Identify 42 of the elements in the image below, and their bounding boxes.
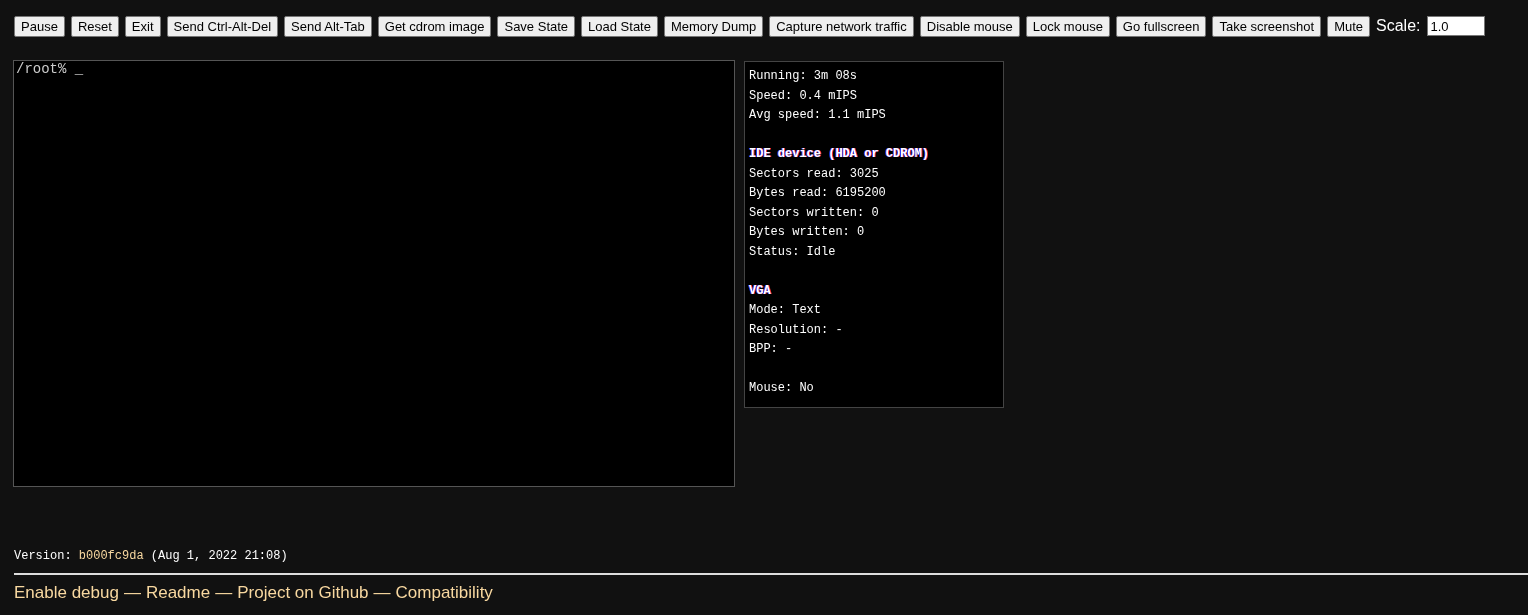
toolbar-button[interactable]: Go fullscreen [1115,15,1207,37]
separator-dash: — [123,583,141,603]
stats-line: Running: 3m 08s [749,68,859,85]
stats-heading: VGA [749,282,772,300]
stats-line: Bytes read: 6195200 [749,185,887,202]
footer-link[interactable]: Readme [145,583,211,603]
stats-line: Mouse: No [749,380,815,397]
stats-line: Avg speed: 1.1 mIPS [749,107,887,124]
scale-input[interactable]: 1.0 [1426,16,1485,36]
scale-label: Scale: [1376,17,1421,35]
footer-link[interactable]: Project on Github [237,583,369,603]
stats-line: Speed: 0.4 mIPS [749,87,859,105]
stats-heading: IDE device (HDA or CDROM) [749,146,931,163]
toolbar-button[interactable]: Disable mouse [919,15,1020,37]
separator-dash: — [215,583,233,603]
terminal-line: /root% _ [15,61,85,77]
toolbar-button[interactable]: Capture network traffic [769,15,914,37]
stats-line: Resolution: - [749,321,844,339]
toolbar-button[interactable]: Mute [1327,15,1371,37]
footer-link[interactable]: Compatibility [395,583,493,603]
toolbar-button[interactable]: Save State [497,15,576,37]
version-link[interactable]: b000fc9da [78,549,144,563]
stats-line: Bytes written: 0 [749,224,866,241]
toolbar-button[interactable]: Get cdrom image [377,15,492,37]
toolbar-button[interactable]: Send Alt-Tab [284,15,372,37]
toolbar-button[interactable]: Exit [124,15,161,37]
terminal-screen[interactable]: /root% _ [13,60,735,487]
stats-line: Sectors written: 0 [749,204,880,222]
stats-line: Status: Idle [749,243,837,261]
separator-dash: — [373,583,391,603]
stats-line: Sectors read: 3025 [749,165,880,183]
footer-link[interactable]: Enable debug [14,583,119,603]
toolbar-button[interactable]: Memory Dump [663,15,764,37]
toolbar-button[interactable]: Take screenshot [1212,15,1322,37]
toolbar-button[interactable]: Load State [581,15,658,37]
toolbar-button[interactable]: Lock mouse [1025,15,1110,37]
version-text: Version: b000fc9da (Aug 1, 2022 21:08) [14,549,289,563]
toolbar-button[interactable]: Send Ctrl-Alt-Del [166,15,279,37]
toolbar-button[interactable]: Reset [70,15,119,37]
stats-line: Mode: Text [749,302,822,319]
toolbar-button[interactable]: Pause [14,15,65,37]
stats-line: BPP: - [749,341,794,358]
